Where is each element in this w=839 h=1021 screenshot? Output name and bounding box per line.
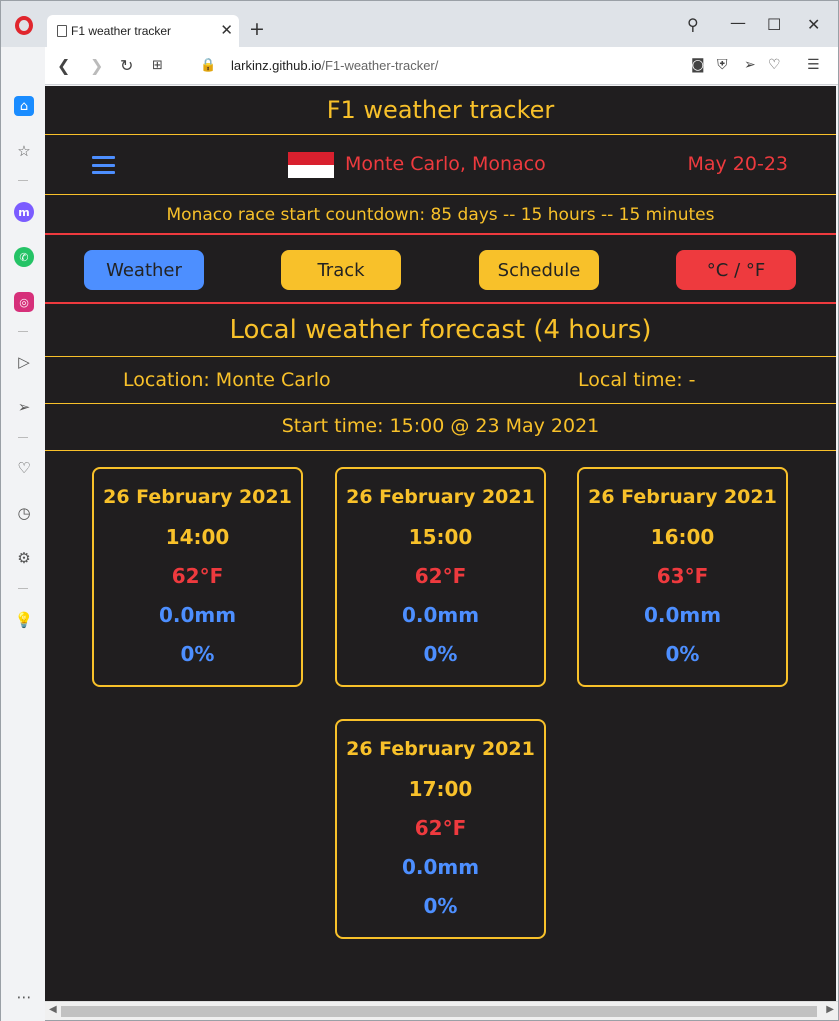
tab-title: F1 weather tracker bbox=[71, 24, 172, 38]
reload-icon[interactable]: ↻ bbox=[120, 56, 133, 75]
hamburger-icon[interactable] bbox=[92, 156, 115, 174]
forecast-rain-probability: 0% bbox=[180, 642, 215, 666]
forecast-date: 26 February 2021 bbox=[103, 486, 292, 508]
grid-icon[interactable]: ⊞ bbox=[152, 58, 163, 73]
lightbulb-icon[interactable]: 💡 bbox=[14, 610, 34, 630]
back-icon[interactable]: ❮ bbox=[57, 56, 70, 75]
url-host: larkinz.github.io bbox=[231, 58, 322, 73]
divider bbox=[45, 450, 836, 451]
page-viewport: F1 weather tracker Monte Carlo, Monaco M… bbox=[45, 86, 836, 1001]
divider bbox=[45, 233, 836, 235]
lock-icon: 🔒 bbox=[200, 58, 217, 73]
local-time-label: Local time: - bbox=[578, 369, 696, 391]
forecast-rainfall: 0.0mm bbox=[401, 855, 480, 879]
document-icon bbox=[57, 25, 67, 37]
new-tab-button[interactable]: + bbox=[249, 18, 265, 40]
settings-sliders-icon[interactable]: ☰ bbox=[807, 57, 820, 73]
weather-button[interactable]: Weather bbox=[84, 250, 204, 290]
sidebar-separator bbox=[18, 331, 28, 332]
scrollbar-thumb[interactable] bbox=[61, 1006, 817, 1017]
sidebar-separator bbox=[18, 588, 28, 589]
forecast-temperature: 62°F bbox=[414, 816, 467, 840]
race-location: Monte Carlo, Monaco bbox=[345, 153, 546, 175]
opera-logo-icon[interactable] bbox=[15, 16, 33, 35]
heart-icon[interactable]: ♡ bbox=[14, 458, 34, 478]
sidebar: ⌂ ☆ m ✆ ◎ ▷ ➢ ♡ ◷ ⚙ 💡 ⋯ bbox=[1, 47, 45, 1021]
schedule-button[interactable]: Schedule bbox=[479, 250, 599, 290]
scroll-left-icon[interactable]: ◀ bbox=[49, 1004, 57, 1015]
gear-icon[interactable]: ⚙ bbox=[14, 548, 34, 568]
track-button[interactable]: Track bbox=[281, 250, 401, 290]
more-icon[interactable]: ⋯ bbox=[14, 987, 34, 1007]
url-field[interactable]: larkinz.github.io/F1-weather-tracker/ bbox=[231, 58, 438, 73]
forecast-rain-probability: 0% bbox=[423, 642, 458, 666]
address-bar: ❮ ❯ ↻ ⊞ 🔒 larkinz.github.io/F1-weather-t… bbox=[45, 47, 838, 85]
divider bbox=[45, 403, 836, 404]
forecast-time: 14:00 bbox=[165, 525, 230, 549]
forecast-date: 26 February 2021 bbox=[588, 486, 777, 508]
forecast-card: 26 February 2021 16:00 63°F 0.0mm 0% bbox=[577, 467, 788, 687]
forecast-temperature: 62°F bbox=[414, 564, 467, 588]
clock-icon[interactable]: ◷ bbox=[14, 503, 34, 523]
race-countdown: Monaco race start countdown: 85 days -- … bbox=[166, 205, 715, 225]
forecast-temperature: 62°F bbox=[171, 564, 224, 588]
heart-icon[interactable]: ♡ bbox=[768, 57, 781, 73]
whatsapp-icon[interactable]: ✆ bbox=[14, 247, 34, 267]
browser-window: F1 weather tracker ✕ + ⚲ — ☐ ✕ ⌂ ☆ m ✆ ◎… bbox=[0, 0, 839, 1021]
forecast-rainfall: 0.0mm bbox=[643, 603, 722, 627]
sidebar-separator bbox=[18, 437, 28, 438]
start-time: Start time: 15:00 @ 23 May 2021 bbox=[281, 415, 600, 437]
forecast-rainfall: 0.0mm bbox=[158, 603, 237, 627]
messenger-icon[interactable]: m bbox=[14, 202, 34, 222]
forecast-date: 26 February 2021 bbox=[346, 486, 535, 508]
minimize-icon[interactable]: — bbox=[730, 13, 746, 32]
forecast-rainfall: 0.0mm bbox=[401, 603, 480, 627]
site-title: F1 weather tracker bbox=[326, 96, 555, 124]
instagram-icon[interactable]: ◎ bbox=[14, 292, 34, 312]
url-path: /F1-weather-tracker/ bbox=[321, 58, 439, 73]
search-icon[interactable]: ⚲ bbox=[687, 15, 699, 34]
scroll-right-icon[interactable]: ▶ bbox=[826, 1004, 834, 1015]
horizontal-scrollbar[interactable]: ◀ ▶ bbox=[45, 1001, 838, 1020]
forward-icon[interactable]: ❯ bbox=[90, 56, 103, 75]
send-icon[interactable]: ➢ bbox=[14, 397, 34, 417]
divider bbox=[45, 356, 836, 357]
play-icon[interactable]: ▷ bbox=[14, 352, 34, 372]
send-icon[interactable]: ➢ bbox=[744, 57, 756, 73]
close-icon[interactable]: ✕ bbox=[807, 15, 820, 34]
sidebar-separator bbox=[18, 180, 28, 181]
forecast-date: 26 February 2021 bbox=[346, 738, 535, 760]
tab-strip: F1 weather tracker ✕ + ⚲ — ☐ ✕ bbox=[1, 1, 838, 47]
units-toggle-button[interactable]: °C / °F bbox=[676, 250, 796, 290]
divider bbox=[45, 302, 836, 304]
tab-close-icon[interactable]: ✕ bbox=[220, 21, 233, 39]
race-dates: May 20-23 bbox=[687, 153, 788, 175]
forecast-rain-probability: 0% bbox=[665, 642, 700, 666]
browser-tab[interactable]: F1 weather tracker ✕ bbox=[47, 15, 239, 47]
monaco-flag bbox=[288, 152, 334, 178]
forecast-rain-probability: 0% bbox=[423, 894, 458, 918]
forecast-card: 26 February 2021 17:00 62°F 0.0mm 0% bbox=[335, 719, 546, 939]
maximize-icon[interactable]: ☐ bbox=[767, 15, 781, 34]
home-icon[interactable]: ⌂ bbox=[14, 96, 34, 116]
star-icon[interactable]: ☆ bbox=[14, 141, 34, 161]
location-label: Location: Monte Carlo bbox=[123, 369, 331, 391]
forecast-card: 26 February 2021 15:00 62°F 0.0mm 0% bbox=[335, 467, 546, 687]
forecast-temperature: 63°F bbox=[656, 564, 709, 588]
shield-icon[interactable]: ⛨ bbox=[717, 57, 728, 73]
divider bbox=[45, 194, 836, 195]
forecast-time: 16:00 bbox=[650, 525, 715, 549]
divider bbox=[45, 134, 836, 135]
forecast-time: 17:00 bbox=[408, 777, 473, 801]
forecast-card: 26 February 2021 14:00 62°F 0.0mm 0% bbox=[92, 467, 303, 687]
section-title: Local weather forecast (4 hours) bbox=[229, 315, 652, 345]
camera-icon[interactable]: ◙ bbox=[691, 57, 705, 73]
forecast-time: 15:00 bbox=[408, 525, 473, 549]
